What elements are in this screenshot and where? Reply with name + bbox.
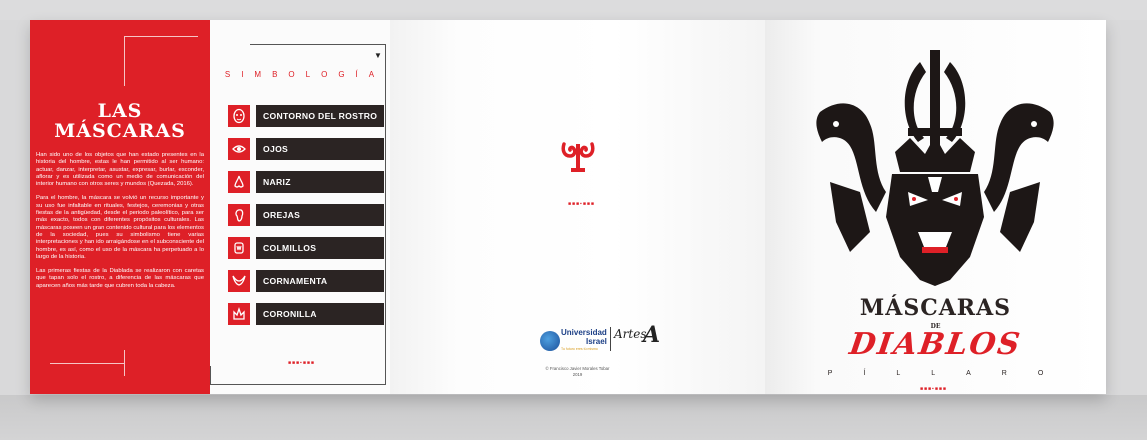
paragraph: Las primeras fiestas de la Diablada se r… [36,268,204,289]
eye-icon [228,138,250,160]
devil-emblem-icon [560,138,596,181]
panel-simbologia: ▼ SIMBOLOGÍA CONTORNO DEL ROSTRO OJOS NA… [210,20,390,394]
simbologia-item: CONTORNO DEL ROSTRO [228,105,384,127]
simbologia-item: COLMILLOS [228,237,384,259]
panel-center: ■■■▪■■■ Universidad Israel Tu futuro ere… [390,20,765,394]
devil-mask-illustration [800,42,1070,297]
panel-title-line1: LAS [97,100,143,122]
face-outline-icon [228,105,250,127]
crown-icon [228,303,250,325]
frame-line [250,44,385,45]
simbologia-heading: SIMBOLOGÍA [224,70,386,79]
background [0,0,1147,20]
simbologia-item-label: CORNAMENTA [256,270,384,292]
logo-univ-tagline: Tu futuro eres tú mismo [561,347,598,351]
logo-univ-line2: Israel [586,337,607,346]
fang-icon [228,237,250,259]
cover-title-line1: MÁSCARAS [859,295,1012,321]
frame-line [210,384,386,385]
frame-line [124,36,125,86]
logo-univ-line1: Universidad [561,328,607,337]
logo-artes: Artes [614,327,647,341]
panel-title-line2: MÁSCARAS [54,120,186,142]
brochure: LAS MÁSCARAS Han sido uno de los objetos… [30,20,1106,394]
logo-artes-mark: A [643,322,661,348]
nose-icon [228,171,250,193]
decorative-dots: ■■■▪■■■ [288,360,315,366]
frame-line [50,363,124,364]
credit: © Francisco Javier Morales Tobar 2019 [390,366,765,378]
frame-line [124,36,198,37]
simbologia-item: OREJAS [228,204,384,226]
paragraph: Han sido uno de los objetos que han esta… [36,152,204,188]
decorative-dots: ■■■▪■■■ [920,386,947,392]
horns-icon [228,270,250,292]
simbologia-item: CORNAMENTA [228,270,384,292]
cover-subtitle: PÍLLARO [827,370,1075,377]
paragraph: Para el hombre, la máscara se volvió un … [36,195,204,260]
simbologia-item: CORONILLA [228,303,384,325]
triangle-down-icon: ▼ [374,51,382,60]
simbologia-item-label: OJOS [256,138,384,160]
frame-line [385,44,386,384]
frame-line [210,366,211,384]
panel-las-mascaras: LAS MÁSCARAS Han sido uno de los objetos… [30,20,210,394]
simbologia-item-label: CORONILLA [256,303,384,325]
simbologia-item-label: NARIZ [256,171,384,193]
decorative-dots: ■■■▪■■■ [568,201,595,207]
cover-title-line3: DIABLOS [847,327,1024,362]
simbologia-item: NARIZ [228,171,384,193]
credit-line2: 2019 [572,372,583,377]
panel-cover: MÁSCARAS DE DIABLOS PÍLLARO ■■■▪■■■ [765,20,1106,394]
simbologia-item-label: CONTORNO DEL ROSTRO [256,105,384,127]
ear-icon [228,204,250,226]
panel-body-text: Han sido uno de los objetos que han esta… [36,152,204,297]
simbologia-item: OJOS [228,138,384,160]
logo-divider [610,327,611,351]
surface-shadow [0,395,1147,440]
simbologia-item-label: COLMILLOS [256,237,384,259]
globe-icon [540,331,560,351]
frame-line [124,350,125,376]
simbologia-item-label: OREJAS [256,204,384,226]
